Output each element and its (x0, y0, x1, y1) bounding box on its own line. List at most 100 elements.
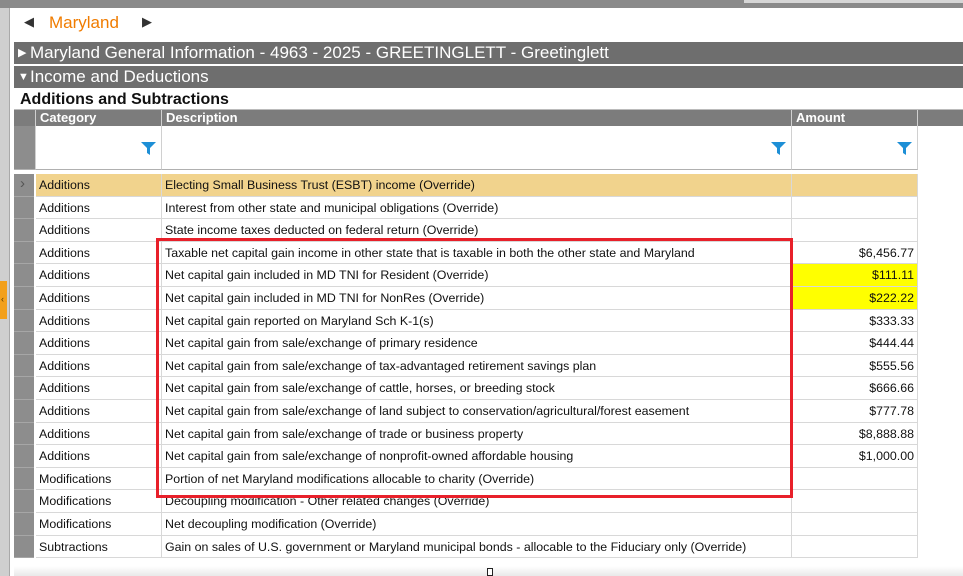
category-cell[interactable]: Additions (36, 174, 162, 197)
column-header-amount[interactable]: Amount (792, 110, 918, 126)
description-cell[interactable]: Net capital gain included in MD TNI for … (162, 264, 792, 287)
row-selector[interactable] (14, 377, 34, 400)
category-cell[interactable]: Additions (36, 196, 162, 220)
row-selector[interactable] (14, 535, 34, 559)
filter-funnel-icon[interactable] (897, 142, 912, 155)
amount-cell[interactable] (792, 535, 918, 559)
category-cell[interactable]: Additions (36, 422, 162, 446)
category-cell[interactable]: Additions (36, 309, 162, 333)
amount-cell[interactable]: $444.44 (792, 332, 918, 355)
table-row[interactable]: AdditionsElecting Small Business Trust (… (14, 174, 963, 197)
left-triangle-icon[interactable]: ◀ (24, 14, 34, 30)
row-selector[interactable] (14, 400, 34, 423)
category-cell[interactable]: Subtractions (36, 535, 162, 559)
table-row[interactable]: Additions Net capital gain from sale/exch… (14, 354, 963, 378)
row-selector[interactable] (14, 264, 34, 287)
description-cell[interactable]: Net capital gain from sale/exchange of p… (162, 332, 792, 355)
row-selector[interactable] (14, 174, 34, 197)
row-selector[interactable] (14, 490, 34, 513)
amount-cell[interactable] (792, 490, 918, 513)
column-header-description[interactable]: Description (162, 110, 792, 126)
table-row[interactable]: Additions Net capital gain reported on Ma… (14, 309, 963, 333)
category-cell[interactable]: Modifications (36, 513, 162, 536)
left-panel-toggle[interactable]: ‹ (0, 281, 7, 319)
category-cell[interactable]: Additions (36, 354, 162, 378)
category-cell[interactable]: Additions (36, 287, 162, 310)
category-cell[interactable]: Additions (36, 219, 162, 242)
description-cell[interactable]: Taxable net capital gain income in other… (162, 241, 792, 265)
row-selector[interactable] (14, 332, 34, 355)
row-selector[interactable] (14, 309, 34, 333)
section-general-info[interactable]: ▶ Maryland General Information - 4963 - 2… (14, 42, 963, 64)
amount-cell[interactable]: $222.22 (792, 287, 918, 310)
row-selector[interactable] (14, 219, 34, 242)
category-cell[interactable]: Additions (36, 332, 162, 355)
category-cell[interactable]: Additions (36, 400, 162, 423)
filter-funnel-icon[interactable] (771, 142, 786, 155)
amount-cell[interactable] (792, 513, 918, 536)
row-selector[interactable] (14, 445, 34, 468)
category-cell[interactable]: Modifications (36, 467, 162, 491)
category-cell[interactable]: Additions (36, 241, 162, 265)
amount-filter-cell[interactable] (792, 126, 918, 170)
amount-cell[interactable]: $1,000.00 (792, 445, 918, 468)
row-selector[interactable] (14, 513, 34, 536)
description-cell[interactable]: Net decoupling modification (Override) (162, 513, 792, 536)
filter-row-selector (14, 126, 36, 170)
table-row[interactable]: Additions Net capital gain from sale/exch… (14, 400, 963, 423)
table-row[interactable]: Additions Net capital gain from sale/exch… (14, 445, 963, 468)
row-selector[interactable] (14, 196, 34, 220)
category-cell[interactable]: Additions (36, 264, 162, 287)
category-filter-cell[interactable] (36, 126, 162, 170)
category-cell[interactable]: Modifications (36, 490, 162, 513)
description-cell[interactable]: Net capital gain included in MD TNI for … (162, 287, 792, 310)
row-selector[interactable] (14, 241, 34, 265)
table-row[interactable]: Additions State income taxes deducted on … (14, 219, 963, 242)
amount-cell[interactable]: $666.66 (792, 377, 918, 400)
row-selector[interactable] (14, 467, 34, 491)
description-cell[interactable]: Net capital gain from sale/exchange of c… (162, 377, 792, 400)
row-selector[interactable] (14, 354, 34, 378)
right-triangle-icon[interactable]: ▶ (142, 14, 152, 30)
amount-cell[interactable]: $333.33 (792, 309, 918, 333)
section-income-deductions[interactable]: ▼Income and Deductions (14, 66, 963, 88)
amount-cell[interactable] (792, 467, 918, 491)
amount-cell[interactable]: $6,456.77 (792, 241, 918, 265)
category-cell[interactable]: Additions (36, 445, 162, 468)
column-header-category[interactable]: Category (36, 110, 162, 126)
row-selector[interactable] (14, 422, 34, 446)
table-row[interactable]: Additions Interest from other state and m… (14, 196, 963, 220)
table-row[interactable]: Additions Taxable net capital gain income… (14, 241, 963, 265)
description-cell[interactable]: Portion of net Maryland modifications al… (162, 467, 792, 491)
description-cell[interactable]: Net capital gain from sale/exchange of l… (162, 400, 792, 423)
category-cell[interactable]: Additions (36, 377, 162, 400)
description-cell[interactable]: Net capital gain reported on Maryland Sc… (162, 309, 792, 333)
table-row[interactable]: Modifications Portion of net Maryland mod… (14, 467, 963, 491)
description-cell[interactable]: Net capital gain from sale/exchange of t… (162, 354, 792, 378)
table-row[interactable]: Modifications Decoupling modification - O… (14, 490, 963, 513)
description-cell[interactable]: Net capital gain from sale/exchange of t… (162, 422, 792, 446)
amount-cell[interactable]: $111.11 (792, 264, 918, 287)
table-row[interactable]: Additions Net capital gain included in MD… (14, 264, 963, 287)
description-cell[interactable]: Electing Small Business Trust (ESBT) inc… (162, 174, 792, 197)
table-row[interactable]: Additions Net capital gain from sale/exch… (14, 377, 963, 400)
description-cell[interactable]: Interest from other state and municipal … (162, 196, 792, 220)
amount-cell[interactable]: $555.56 (792, 354, 918, 378)
amount-cell[interactable]: $777.78 (792, 400, 918, 423)
description-filter-cell[interactable] (162, 126, 792, 170)
amount-cell[interactable] (792, 219, 918, 242)
row-selector[interactable] (14, 287, 34, 310)
filter-funnel-icon[interactable] (141, 142, 156, 155)
table-row[interactable]: Modifications Net decoupling modification… (14, 513, 963, 536)
description-cell[interactable]: State income taxes deducted on federal r… (162, 219, 792, 242)
description-cell[interactable]: Net capital gain from sale/exchange of n… (162, 445, 792, 468)
description-cell[interactable]: Decoupling modification - Other related … (162, 490, 792, 513)
amount-cell[interactable]: $8,888.88 (792, 422, 918, 446)
amount-cell[interactable] (792, 196, 918, 220)
table-row[interactable]: Subtractions Gain on sales of U.S. govern… (14, 535, 963, 559)
description-cell[interactable]: Gain on sales of U.S. government or Mary… (162, 535, 792, 559)
table-row[interactable]: Additions Net capital gain included in MD… (14, 287, 963, 310)
table-row[interactable]: Additions Net capital gain from sale/exch… (14, 422, 963, 446)
amount-cell[interactable] (792, 174, 918, 197)
table-row[interactable]: Additions Net capital gain from sale/exch… (14, 332, 963, 355)
